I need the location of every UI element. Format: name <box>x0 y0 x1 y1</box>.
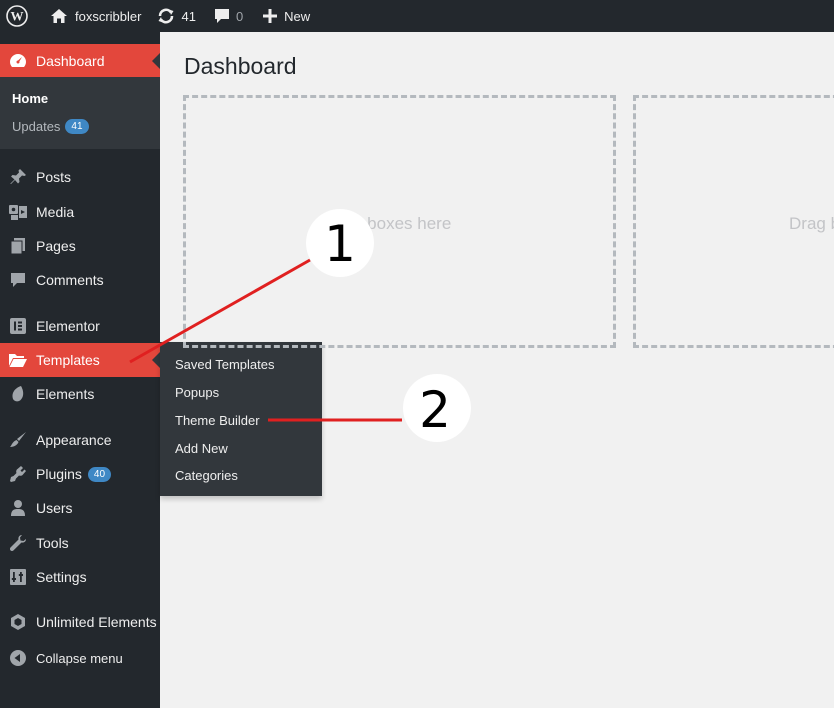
media-icon <box>0 195 36 229</box>
dashboard-submenu: Home Updates 41 <box>0 77 160 149</box>
collapse-menu-label: Collapse menu <box>36 650 123 666</box>
plus-icon <box>263 9 278 23</box>
drop-zone-hint-1: n boxes here <box>353 214 452 233</box>
unlimited-icon <box>0 605 36 639</box>
home-icon <box>51 9 67 23</box>
menu-comments[interactable]: Comments <box>0 263 160 297</box>
pin-icon <box>0 160 36 194</box>
site-name-link[interactable]: foxscribbler <box>36 0 149 32</box>
drop-zone-hint-2: Drag b <box>789 214 834 233</box>
menu-unlimited-elements[interactable]: Unlimited Elements <box>0 605 160 639</box>
updates-badge: 41 <box>65 119 89 134</box>
menu-templates[interactable]: Templates <box>0 343 160 377</box>
dashboard-icon <box>0 44 36 78</box>
submenu-updates-label: Updates <box>12 119 61 134</box>
submenu-updates[interactable]: Updates 41 <box>12 119 89 134</box>
wordpress-logo-button[interactable]: W <box>0 0 36 32</box>
menu-users[interactable]: Users <box>0 491 160 525</box>
svg-text:W: W <box>11 9 24 24</box>
new-content-link[interactable]: New <box>251 0 318 32</box>
admin-bar: W foxscribbler 41 0 New <box>0 0 834 32</box>
folder-icon <box>0 343 36 377</box>
flyout-saved-templates[interactable]: Saved Templates <box>175 357 275 372</box>
widget-drop-zone-1[interactable]: n boxes here <box>183 95 616 348</box>
plugins-badge: 40 <box>87 466 112 482</box>
comments-count: 0 <box>235 8 244 24</box>
menu-elements[interactable]: Elements <box>0 377 160 411</box>
flyout-arrow <box>152 352 160 368</box>
menu-appearance-label: Appearance <box>36 432 112 448</box>
plugin-icon <box>0 457 36 491</box>
comments-link[interactable]: 0 <box>204 0 251 32</box>
flyout-categories[interactable]: Categories <box>175 468 238 483</box>
menu-tools[interactable]: Tools <box>0 526 160 560</box>
flyout-add-new[interactable]: Add New <box>175 441 228 456</box>
settings-icon <box>0 560 36 594</box>
menu-current-arrow <box>152 53 160 69</box>
menu-users-label: Users <box>36 500 73 516</box>
updates-link[interactable]: 41 <box>149 0 203 32</box>
menu-templates-label: Templates <box>36 352 100 368</box>
user-icon <box>0 491 36 525</box>
menu-pages[interactable]: Pages <box>0 229 160 263</box>
brush-icon <box>0 423 36 457</box>
menu-appearance[interactable]: Appearance <box>0 423 160 457</box>
menu-comments-label: Comments <box>36 272 104 288</box>
menu-plugins[interactable]: Plugins 40 <box>0 457 160 491</box>
menu-dashboard[interactable]: Dashboard <box>0 44 160 78</box>
comment-icon <box>0 263 36 297</box>
menu-plugins-label: Plugins <box>36 466 82 482</box>
widget-drop-zone-2[interactable]: Drag b <box>633 95 834 348</box>
menu-media[interactable]: Media <box>0 195 160 229</box>
pages-icon <box>0 229 36 263</box>
templates-flyout-menu: Saved Templates Popups Theme Builder Add… <box>160 342 322 496</box>
admin-sidebar: Dashboard Home Updates 41 Posts Media Pa… <box>0 32 160 708</box>
menu-elementor-label: Elementor <box>36 318 100 334</box>
comment-bubble-icon <box>214 9 229 23</box>
flyout-popups[interactable]: Popups <box>175 385 219 400</box>
menu-settings[interactable]: Settings <box>0 560 160 594</box>
elements-icon <box>0 377 36 411</box>
submenu-home-label: Home <box>12 91 49 106</box>
menu-tools-label: Tools <box>36 535 69 551</box>
menu-pages-label: Pages <box>36 238 76 254</box>
refresh-icon <box>158 8 174 24</box>
menu-dashboard-label: Dashboard <box>36 53 105 69</box>
menu-elements-label: Elements <box>36 386 95 402</box>
page-title: Dashboard <box>184 53 297 79</box>
elementor-icon <box>0 309 36 343</box>
updates-count: 41 <box>181 8 196 24</box>
menu-elementor[interactable]: Elementor <box>0 309 160 343</box>
wordpress-logo-icon: W <box>6 5 28 27</box>
flyout-theme-builder[interactable]: Theme Builder <box>175 413 260 428</box>
menu-unlimited-elements-label: Unlimited Elements <box>36 614 157 630</box>
collapse-icon <box>0 641 36 675</box>
site-name: foxscribbler <box>75 8 142 24</box>
menu-posts-label: Posts <box>36 169 72 185</box>
submenu-home[interactable]: Home <box>12 91 48 106</box>
collapse-menu-button[interactable]: Collapse menu <box>0 641 160 675</box>
new-label: New <box>284 8 311 24</box>
menu-settings-label: Settings <box>36 569 87 585</box>
wrench-icon <box>0 526 36 560</box>
menu-posts[interactable]: Posts <box>0 160 160 194</box>
menu-media-label: Media <box>36 204 75 220</box>
annotation-marker-2 <box>403 374 471 442</box>
annotation-marker-2-label: 2 <box>419 381 451 439</box>
